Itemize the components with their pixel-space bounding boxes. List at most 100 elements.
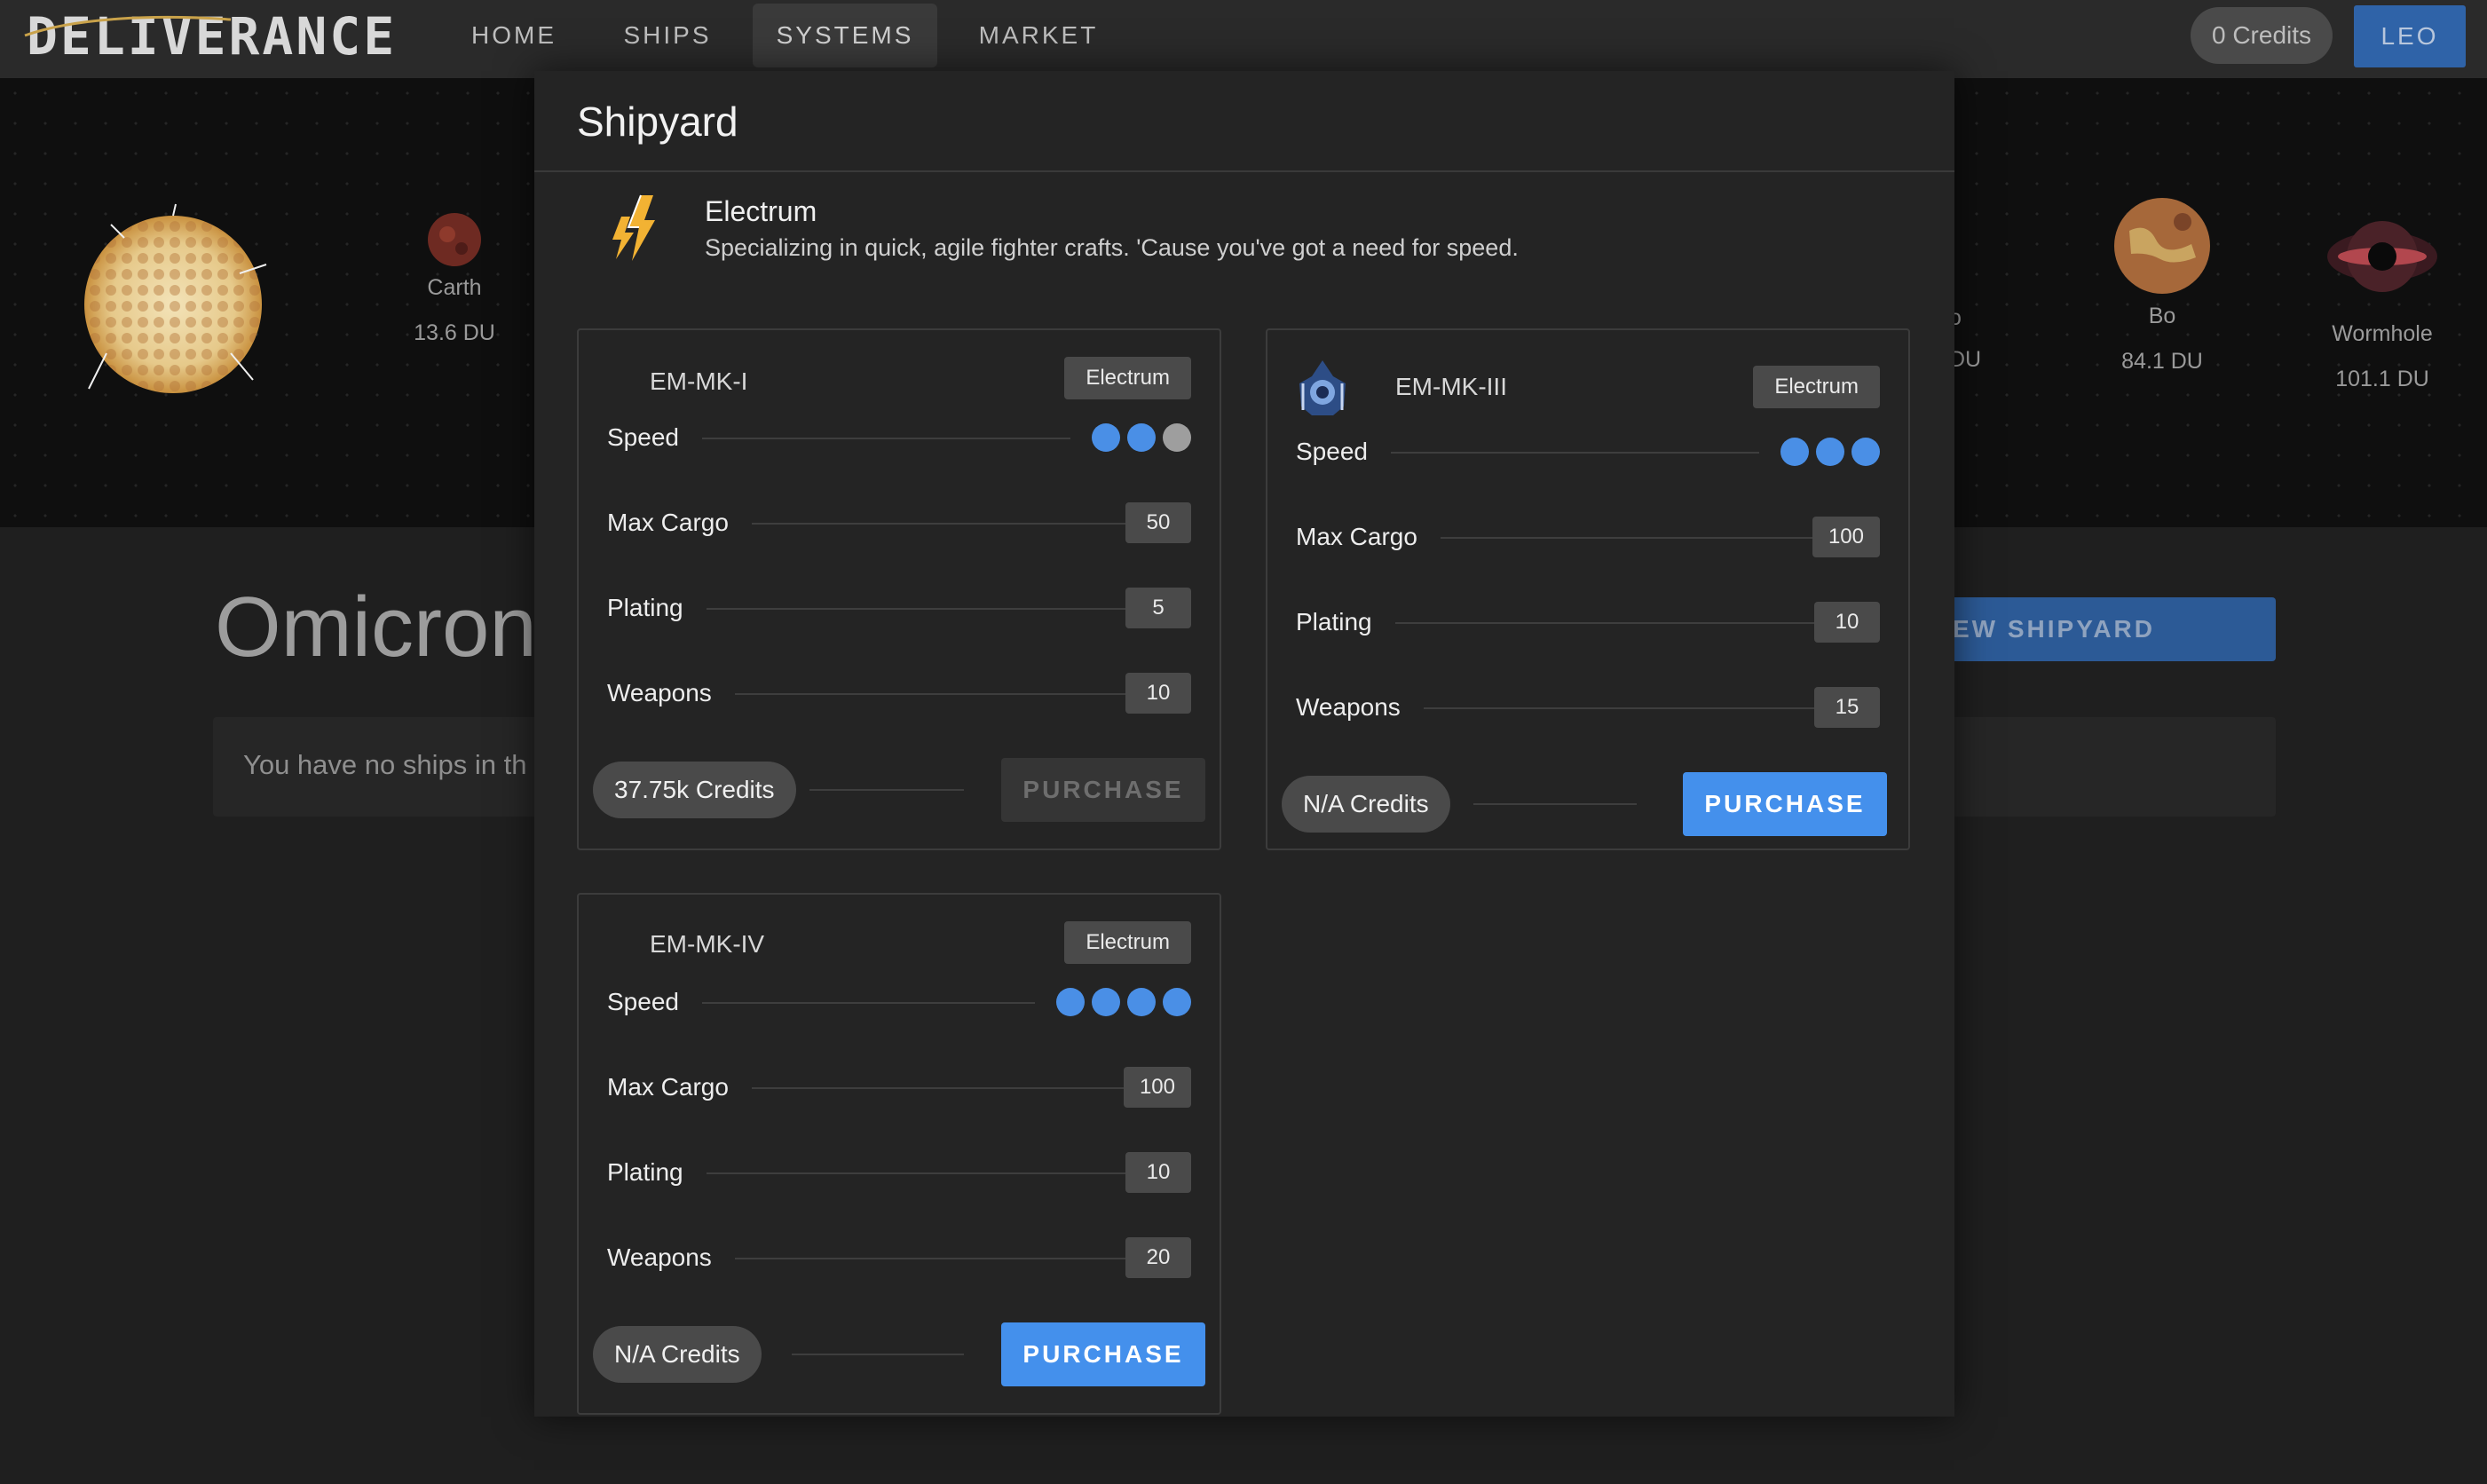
price-badge: 37.75k Credits bbox=[593, 762, 796, 818]
stat-value: 20 bbox=[1125, 1237, 1191, 1278]
speed-rating bbox=[1035, 985, 1191, 1019]
purchase-button[interactable]: PURCHASE bbox=[1001, 758, 1205, 822]
nav-ships[interactable]: SHIPS bbox=[604, 4, 731, 67]
stat-value: 100 bbox=[1123, 1067, 1191, 1108]
body-bo[interactable]: Bo 84.1 DU bbox=[2109, 195, 2215, 375]
speed-dot-filled bbox=[1780, 438, 1809, 466]
stat-speed: Speed bbox=[607, 980, 1191, 1024]
stat-value: 15 bbox=[1814, 687, 1880, 728]
card-footer: 37.75k Credits PURCHASE bbox=[593, 758, 1205, 822]
stat-label: Max Cargo bbox=[607, 501, 752, 545]
body-wormhole[interactable]: Wormhole 101.1 DU bbox=[2317, 199, 2448, 392]
footer-divider bbox=[809, 789, 964, 791]
manufacturer-chip: Electrum bbox=[1753, 366, 1880, 408]
lightning-bolts-icon bbox=[612, 194, 655, 261]
price-badge: N/A Credits bbox=[1282, 776, 1450, 833]
credits-balance[interactable]: 0 Credits bbox=[2191, 7, 2333, 64]
nav-home[interactable]: HOME bbox=[453, 4, 575, 67]
stat-speed: Speed bbox=[1296, 430, 1880, 474]
empty-message: You have no ships in th bbox=[243, 749, 527, 780]
speed-dot-filled bbox=[1163, 988, 1191, 1016]
user-menu-button[interactable]: LEO bbox=[2354, 5, 2466, 67]
body-name: o bbox=[1949, 305, 1962, 330]
ship-name: EM-MK-III bbox=[1395, 373, 1507, 400]
speed-rating bbox=[1070, 421, 1191, 454]
stat-max-cargo: Max Cargo 100 bbox=[607, 1065, 1191, 1109]
speed-dot-empty bbox=[1163, 423, 1191, 452]
stat-label: Speed bbox=[607, 415, 702, 460]
ship-icon bbox=[1299, 360, 1346, 415]
stat-speed: Speed bbox=[607, 415, 1191, 460]
planet-icon bbox=[428, 213, 481, 266]
stat-value: 10 bbox=[1125, 1152, 1191, 1193]
body-carth[interactable]: Carth 13.6 DU bbox=[401, 211, 508, 346]
speed-rating bbox=[1759, 435, 1880, 469]
purchase-button[interactable]: PURCHASE bbox=[1001, 1322, 1205, 1386]
stat-label: Plating bbox=[607, 586, 707, 630]
view-shipyard-button[interactable]: EW SHIPYARD bbox=[1908, 597, 2276, 661]
modal-title: Shipyard bbox=[577, 99, 738, 145]
speed-dot-filled bbox=[1127, 423, 1156, 452]
body-distance: DU bbox=[1949, 347, 1982, 372]
card-footer: N/A Credits PURCHASE bbox=[1282, 772, 1894, 836]
star-icon[interactable] bbox=[71, 202, 275, 407]
ship-name: EM-MK-I bbox=[650, 367, 748, 395]
speed-dot-filled bbox=[1816, 438, 1844, 466]
body-name: Bo bbox=[2148, 304, 2176, 328]
stat-value: 50 bbox=[1125, 502, 1191, 543]
stat-plating: Plating 10 bbox=[607, 1150, 1191, 1195]
stat-weapons: Weapons 10 bbox=[607, 671, 1191, 715]
stat-label: Weapons bbox=[607, 1235, 735, 1280]
stat-label: Weapons bbox=[1296, 685, 1424, 730]
footer-divider bbox=[1473, 803, 1637, 805]
stat-label: Max Cargo bbox=[607, 1065, 752, 1109]
stat-label: Speed bbox=[607, 980, 702, 1024]
stat-label: Weapons bbox=[607, 671, 735, 715]
modal-divider bbox=[534, 170, 1954, 172]
nav-systems[interactable]: SYSTEMS bbox=[753, 4, 937, 67]
ship-name: EM-MK-IV bbox=[650, 930, 765, 958]
body-partial[interactable]: o DU bbox=[1949, 305, 1999, 373]
stat-value: 10 bbox=[1125, 673, 1191, 714]
manufacturer-chip: Electrum bbox=[1064, 921, 1191, 964]
stat-label: Plating bbox=[1296, 600, 1395, 644]
stat-plating: Plating 5 bbox=[607, 586, 1191, 630]
body-name: Carth bbox=[427, 275, 482, 300]
logo-swoosh-icon bbox=[24, 15, 232, 37]
body-name: Wormhole bbox=[2332, 321, 2433, 346]
stat-max-cargo: Max Cargo 50 bbox=[607, 501, 1191, 545]
card-footer: N/A Credits PURCHASE bbox=[593, 1322, 1205, 1386]
purchase-button[interactable]: PURCHASE bbox=[1683, 772, 1887, 836]
body-distance: 84.1 DU bbox=[2121, 349, 2203, 374]
speed-dot-filled bbox=[1092, 988, 1120, 1016]
footer-divider bbox=[792, 1354, 964, 1355]
body-distance: 13.6 DU bbox=[414, 320, 495, 345]
stat-value: 5 bbox=[1125, 588, 1191, 628]
stat-weapons: Weapons 15 bbox=[1296, 685, 1880, 730]
price-badge: N/A Credits bbox=[593, 1326, 762, 1383]
nav-market[interactable]: MARKET bbox=[964, 4, 1113, 67]
view-shipyard-label: EW SHIPYARD bbox=[1953, 615, 2156, 643]
speed-dot-filled bbox=[1127, 988, 1156, 1016]
body-distance: 101.1 DU bbox=[2335, 367, 2429, 391]
stat-value: 100 bbox=[1812, 517, 1880, 557]
shipyard-modal: Shipyard Electrum Specializing in quick,… bbox=[534, 71, 1954, 1417]
manufacturer-chip: Electrum bbox=[1064, 357, 1191, 399]
ship-card: EM-MK-III Electrum Speed Max Cargo 100 P… bbox=[1266, 328, 1910, 850]
manufacturer-name: Electrum bbox=[705, 195, 817, 227]
stat-label: Max Cargo bbox=[1296, 515, 1441, 559]
top-nav-bar: DELIVERANCE HOME SHIPS SYSTEMS MARKET 0 … bbox=[0, 0, 2487, 78]
ship-card: EM-MK-IV Electrum Speed Max Cargo 100 Pl… bbox=[577, 893, 1221, 1415]
wormhole-icon bbox=[2327, 221, 2437, 292]
stat-label: Speed bbox=[1296, 430, 1391, 474]
speed-dot-filled bbox=[1092, 423, 1120, 452]
stat-plating: Plating 10 bbox=[1296, 600, 1880, 644]
speed-dot-filled bbox=[1056, 988, 1085, 1016]
stat-label: Plating bbox=[607, 1150, 707, 1195]
ship-card: EM-MK-I Electrum Speed Max Cargo 50 Plat… bbox=[577, 328, 1221, 850]
stat-max-cargo: Max Cargo 100 bbox=[1296, 515, 1880, 559]
page-title: Omicron bbox=[215, 580, 537, 675]
manufacturer-description: Specializing in quick, agile fighter cra… bbox=[705, 234, 1519, 261]
speed-dot-filled bbox=[1851, 438, 1880, 466]
stat-value: 10 bbox=[1814, 602, 1880, 643]
